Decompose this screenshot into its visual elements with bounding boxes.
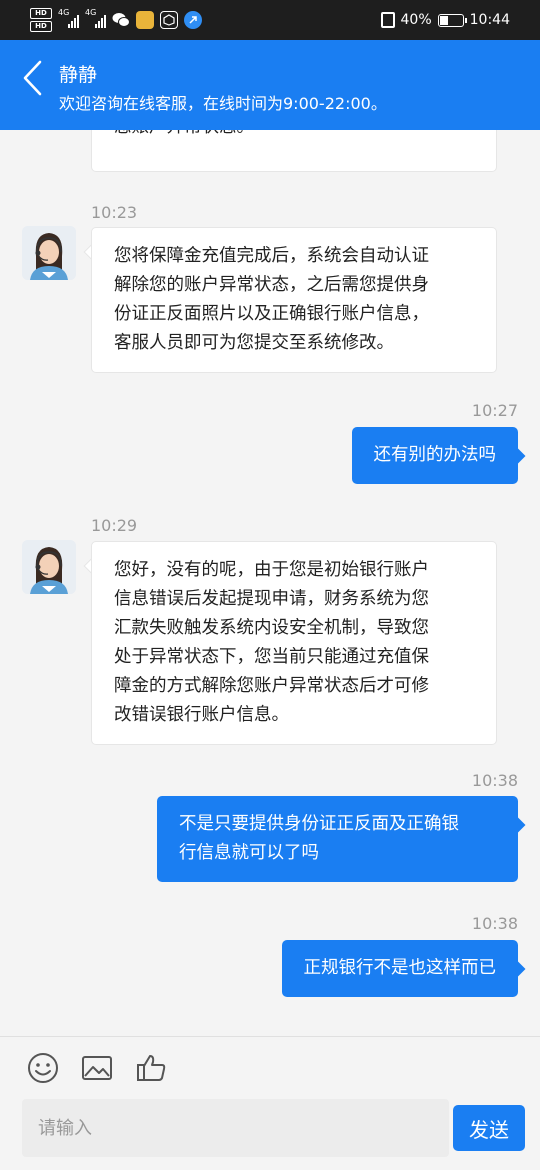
vibrate-icon [380,12,395,28]
status-right-icons: 40% 10:44 [380,8,510,32]
clock: 10:44 [469,12,510,28]
signal-icon-2: 4G [85,8,106,28]
back-button[interactable] [20,58,46,98]
composer: 发送 [0,1036,540,1170]
status-bar: HD HD 4G 4G 40% 10:44 [0,0,540,40]
battery-icon [437,13,467,27]
message-bubble-outgoing: 正规银行不是也这样而已 [281,940,518,997]
message-bubble-outgoing: 不是只要提供身份证正反面及正确银 行信息就可以了吗 [157,796,518,882]
image-button[interactable] [80,1051,114,1085]
app-icon-blue [184,11,202,29]
message-text: 您将保障金充值完成后，系统会自动认证 解除您的账户异常状态，之后需您提供身 份证… [114,246,429,353]
app-icon-yellow [136,11,154,29]
message-timestamp: 10:38 [471,771,518,790]
message-bubble-outgoing: 还有别的办法吗 [351,427,518,484]
battery-percent: 40% [400,12,432,28]
message-timestamp: 10:29 [91,516,138,535]
signal-icon-1: 4G [58,8,79,28]
message-list[interactable]: 您账户异常状态。 10:23 您将保障金充值完成后，系统会自动认证 解除您的账户… [0,130,540,1036]
message-text: 不是只要提供身份证正反面及正确银 行信息就可以了吗 [179,814,459,863]
message-timestamp: 10:38 [471,914,518,933]
wechat-icon [112,11,130,29]
message-bubble-incoming: 您好，没有的呢，由于您是初始银行账户 信息错误后发起提现申请，财务系统为您 汇款… [91,541,497,745]
status-left-icons: HD HD 4G 4G [30,7,202,33]
message-text: 还有别的办法吗 [373,445,497,465]
thumbs-up-icon [137,1055,166,1081]
emoji-icon [28,1053,58,1083]
message-text: 正规银行不是也这样而已 [303,958,497,978]
app-icon-box [160,11,178,29]
image-icon [82,1056,112,1080]
agent-avatar [22,226,76,280]
agent-avatar [22,540,76,594]
message-text: 您好，没有的呢，由于您是初始银行账户 信息错误后发起提现申请，财务系统为您 汇款… [114,560,429,725]
message-timestamp: 10:23 [91,203,138,222]
message-bubble-incoming: 您账户异常状态。 [91,130,497,172]
message-input[interactable] [22,1099,449,1157]
hd-icon: HD HD [30,8,52,32]
send-button[interactable]: 发送 [453,1105,525,1151]
message-timestamp: 10:27 [471,401,518,420]
chat-header: 静静 欢迎咨询在线客服，在线时间为9:00-22:00。 [0,40,540,130]
chat-screen: HD HD 4G 4G 40% 10:44 静静 欢迎咨询在线客服，在线时间为9… [0,0,540,1170]
service-hours: 欢迎咨询在线客服，在线时间为9:00-22:00。 [59,94,387,113]
emoji-button[interactable] [26,1051,60,1085]
message-bubble-incoming: 您将保障金充值完成后，系统会自动认证 解除您的账户异常状态，之后需您提供身 份证… [91,227,497,373]
message-text: 您账户异常状态。 [114,130,474,142]
chevron-left-icon [23,60,42,96]
like-button[interactable] [134,1051,168,1085]
agent-name: 静静 [59,64,98,86]
